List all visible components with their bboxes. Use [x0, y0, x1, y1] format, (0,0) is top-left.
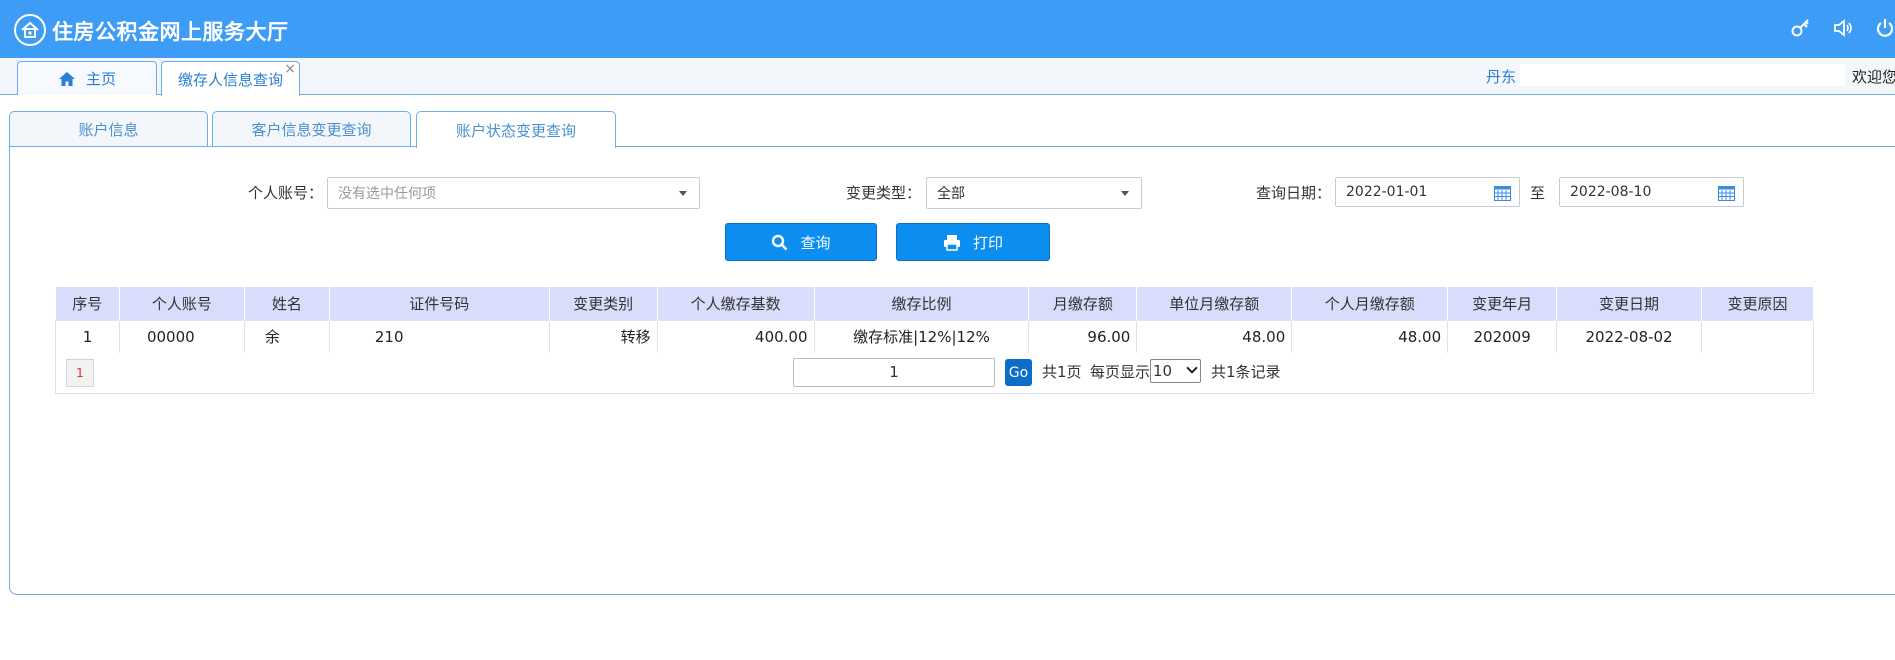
per-page-label: 每页显示 — [1090, 363, 1151, 381]
page-number-input[interactable]: 1 — [793, 358, 995, 387]
query-date-label: 查询日期： — [1256, 184, 1332, 202]
masked-user-info — [1520, 64, 1845, 86]
account-label: 个人账号： — [248, 184, 324, 202]
col-header: 变更日期 — [1556, 287, 1702, 320]
cell-ratio: 缴存标准|12%|12% — [813, 319, 1030, 354]
calendar-icon[interactable] — [1494, 185, 1511, 201]
subtab-label: 账户状态变更查询 — [455, 121, 576, 140]
print-button[interactable]: 打印 — [896, 223, 1050, 261]
col-header: 个人月缴存额 — [1291, 287, 1449, 320]
col-header: 变更原因 — [1701, 287, 1814, 320]
subtab-account-info[interactable]: 账户信息 — [9, 111, 208, 147]
query-button-label: 查询 — [800, 233, 831, 252]
col-header: 个人账号 — [119, 287, 245, 320]
go-button[interactable]: Go — [1005, 359, 1032, 386]
col-header: 缴存比例 — [814, 287, 1030, 320]
col-header: 变更年月 — [1447, 287, 1558, 320]
location-text: 丹东 — [1486, 68, 1517, 86]
cell-base: 400.00 — [656, 319, 815, 354]
table-row[interactable]: 1 00000 余 210 转移 400.00 缴存标准|12%|12% 96.… — [55, 319, 1814, 354]
account-select-value: 没有选中任何项 — [338, 186, 436, 202]
date-from-input[interactable]: 2022-01-01 — [1335, 177, 1520, 207]
date-to-value: 2022-08-10 — [1570, 184, 1652, 200]
query-button[interactable]: 查询 — [725, 223, 877, 261]
tab-home[interactable]: 主页 — [17, 61, 157, 95]
cell-change-category: 转移 — [548, 319, 658, 354]
cell-seq: 1 — [55, 319, 120, 354]
change-type-value: 全部 — [937, 186, 965, 202]
chevron-down-icon — [1186, 362, 1198, 374]
subtab-label: 客户信息变更查询 — [251, 121, 372, 139]
printer-icon — [943, 234, 960, 251]
col-header: 证件号码 — [329, 287, 550, 320]
per-page-value: 10 — [1153, 362, 1173, 380]
cell-unit-monthly: 48.00 — [1136, 319, 1293, 354]
col-header: 变更类别 — [549, 287, 658, 320]
speaker-icon[interactable] — [1830, 15, 1856, 41]
total-records-text: 共1条记录 — [1211, 363, 1281, 381]
key-icon[interactable] — [1787, 15, 1813, 41]
cell-change-month: 202009 — [1447, 319, 1558, 354]
cell-change-date: 2022-08-02 — [1556, 319, 1702, 354]
house-logo-icon — [14, 14, 46, 46]
print-button-label: 打印 — [972, 233, 1003, 252]
welcome-text: 欢迎您 — [1852, 68, 1895, 86]
subtab-label: 账户信息 — [78, 121, 139, 139]
col-header: 个人缴存基数 — [657, 287, 815, 320]
subtab-customer-info-change[interactable]: 客户信息变更查询 — [212, 111, 411, 147]
nav-tab-strip: 主页 缴存人信息查询 × 丹东 欢迎您 — [0, 58, 1895, 96]
power-icon[interactable] — [1872, 15, 1895, 41]
change-type-select[interactable]: 全部 — [926, 177, 1142, 209]
tab-depositor-info-query[interactable]: 缴存人信息查询 × — [161, 61, 300, 96]
date-to-input[interactable]: 2022-08-10 — [1559, 177, 1744, 207]
pagination-bar: 1 1 Go 共1页 每页显示 10 共1条记录 — [55, 353, 1814, 394]
home-icon — [58, 71, 75, 86]
app-title: 住房公积金网上服务大厅 — [52, 20, 289, 44]
caret-down-icon — [1121, 191, 1129, 196]
date-to-label: 至 — [1530, 184, 1546, 202]
cell-change-reason — [1701, 319, 1814, 354]
col-header: 序号 — [55, 287, 120, 320]
col-header: 姓名 — [244, 287, 330, 320]
results-table: 序号 个人账号 姓名 证件号码 变更类别 个人缴存基数 缴存比例 月缴存额 单位… — [55, 287, 1814, 354]
date-from-value: 2022-01-01 — [1346, 184, 1428, 200]
tab-current-label: 缴存人信息查询 — [177, 70, 283, 89]
app-header: 住房公积金网上服务大厅 — [0, 0, 1895, 58]
page-number-button[interactable]: 1 — [66, 359, 94, 387]
col-header: 月缴存额 — [1028, 287, 1138, 320]
close-icon[interactable]: × — [284, 61, 296, 77]
cell-personal-monthly: 48.00 — [1291, 319, 1449, 354]
total-pages-text: 共1页 — [1042, 363, 1082, 381]
search-icon — [772, 234, 788, 250]
cell-id-number: 210 — [328, 319, 550, 354]
change-type-label: 变更类型： — [846, 184, 922, 202]
calendar-icon[interactable] — [1718, 185, 1735, 201]
cell-name: 余 — [243, 319, 330, 354]
per-page-select[interactable]: 10 — [1150, 359, 1201, 383]
account-select[interactable]: 没有选中任何项 — [327, 177, 700, 209]
col-header: 单位月缴存额 — [1136, 287, 1293, 320]
table-header-row: 序号 个人账号 姓名 证件号码 变更类别 个人缴存基数 缴存比例 月缴存额 单位… — [55, 287, 1814, 320]
cell-monthly: 96.00 — [1028, 319, 1138, 354]
caret-down-icon — [679, 191, 687, 196]
cell-account: 00000 — [118, 319, 245, 354]
subtab-account-status-change[interactable]: 账户状态变更查询 — [416, 111, 616, 148]
tab-home-label: 主页 — [85, 70, 116, 88]
